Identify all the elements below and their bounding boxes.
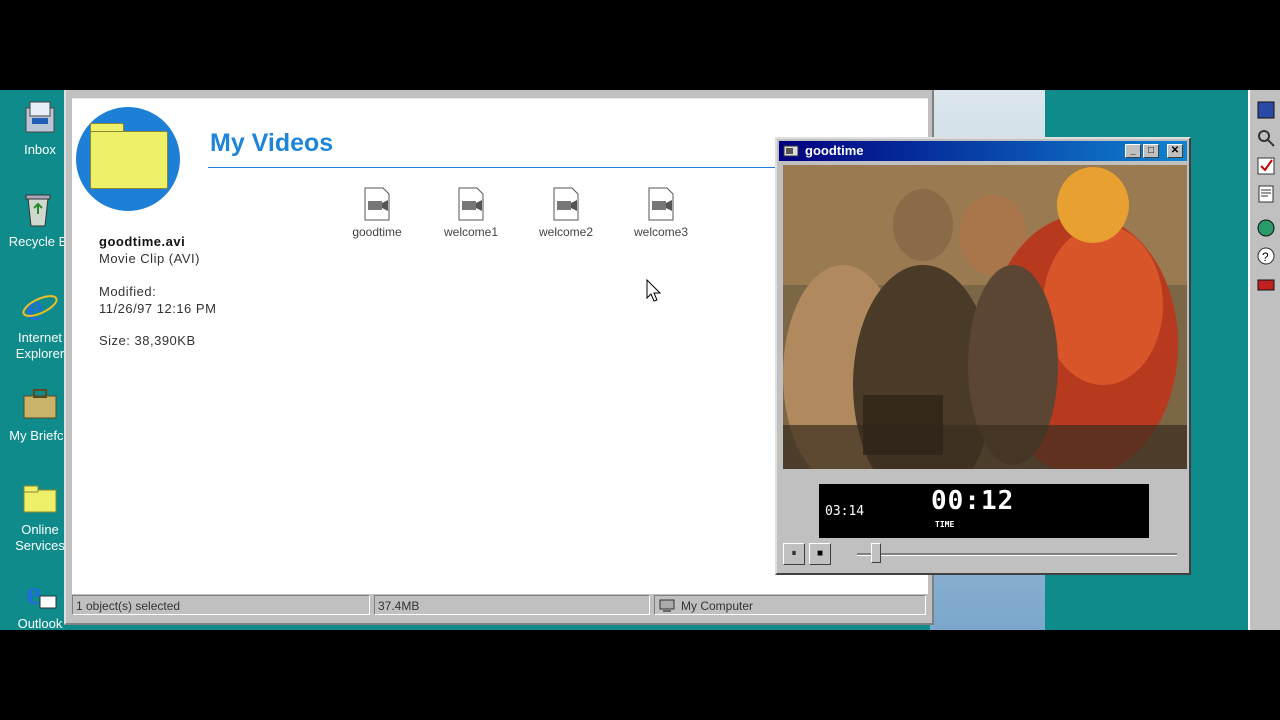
modified-value: 11/26/97 12:16 PM [99, 301, 217, 316]
seek-slider-thumb[interactable] [871, 543, 882, 563]
status-size: 37.4MB [374, 595, 650, 615]
file-name: welcome2 [538, 225, 594, 239]
player-title: goodtime [805, 143, 864, 158]
video-frame[interactable] [783, 165, 1187, 469]
time-label: TIME [935, 520, 955, 529]
file-item-goodtime[interactable]: goodtime [337, 187, 417, 239]
file-item-welcome1[interactable]: welcome1 [431, 187, 511, 239]
recycle-bin-icon [18, 190, 58, 230]
status-location: My Computer [654, 595, 926, 615]
internet-explorer-icon: e [20, 286, 60, 329]
desktop: Inbox Recycle B e Internet Explorer My B… [0, 90, 1280, 630]
player-title-bar[interactable]: goodtime _ □ ✕ [779, 141, 1187, 161]
total-time: 03:14 [825, 504, 865, 519]
search-icon[interactable] [1256, 128, 1276, 148]
media-player-window: goodtime _ □ ✕ 03:14 00:12 TIME ⏸ ■ [775, 137, 1191, 575]
inbox-icon [20, 98, 60, 138]
selected-file-type: Movie Clip (AVI) [99, 251, 200, 266]
document-icon[interactable] [1256, 184, 1276, 204]
computer-icon [659, 599, 675, 612]
close-button[interactable]: ✕ [1167, 144, 1183, 158]
page-title: My Videos [210, 129, 334, 157]
checkmark-icon[interactable] [1256, 156, 1276, 176]
stop-button[interactable]: ■ [809, 543, 831, 565]
file-name: goodtime [352, 225, 402, 239]
svg-text:e: e [26, 287, 43, 326]
video-file-icon [455, 187, 487, 221]
status-bar: 1 object(s) selected 37.4MB My Computer [72, 595, 928, 617]
outlook-icon: e [20, 572, 60, 612]
file-name: welcome3 [633, 225, 689, 239]
time-display: 03:14 00:12 TIME [819, 484, 1149, 538]
modified-label: Modified: [99, 284, 157, 299]
media-player-icon [783, 145, 799, 157]
folder-banner-circle [76, 107, 180, 211]
maximize-button[interactable]: □ [1143, 144, 1159, 158]
folder-icon [90, 131, 168, 189]
video-file-icon [645, 187, 677, 221]
globe-icon[interactable] [1256, 218, 1276, 238]
briefcase-icon [20, 384, 60, 424]
file-size: Size: 38,390KB [99, 333, 196, 348]
svg-text:e: e [26, 575, 41, 612]
file-item-welcome3[interactable]: welcome3 [621, 187, 701, 239]
seek-track[interactable] [857, 553, 1177, 556]
video-file-icon [550, 187, 582, 221]
svg-text:?: ? [1262, 250, 1269, 264]
selected-file-name: goodtime.avi [99, 234, 186, 249]
minimize-button[interactable]: _ [1125, 144, 1141, 158]
video-file-icon [361, 187, 393, 221]
office-shortcut-bar: ? [1248, 90, 1280, 630]
help-icon[interactable]: ? [1256, 246, 1276, 266]
pause-button[interactable]: ⏸ [783, 543, 805, 565]
file-name: welcome1 [443, 225, 499, 239]
status-location-label: My Computer [681, 599, 754, 613]
file-item-welcome2[interactable]: welcome2 [526, 187, 606, 239]
folder-icon [20, 478, 60, 518]
current-time: 00:12 [931, 486, 1015, 516]
office-icon[interactable] [1256, 100, 1276, 120]
tools-icon[interactable] [1256, 274, 1276, 294]
status-selection: 1 object(s) selected [72, 595, 370, 615]
mouse-cursor-icon [646, 279, 662, 302]
